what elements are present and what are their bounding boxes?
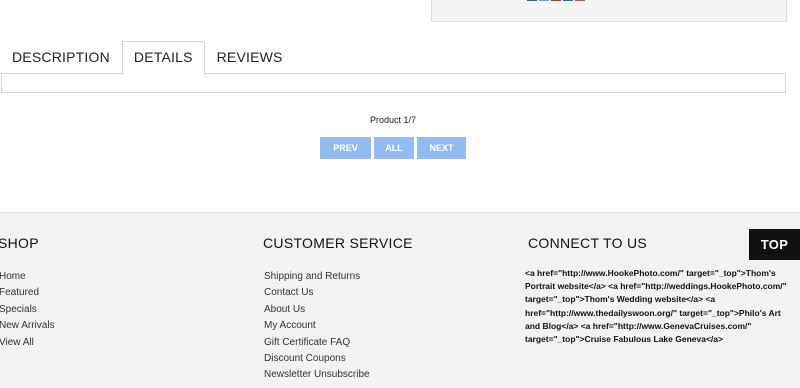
twitter-icon[interactable] (539, 0, 549, 1)
shop-link-view-all[interactable]: View All (0, 335, 55, 351)
product-tabs: DESCRIPTION DETAILS REVIEWS (0, 41, 295, 75)
tab-panel (1, 73, 786, 93)
connect-title: CONNECT TO US (528, 235, 648, 251)
cs-link-contact[interactable]: Contact Us (264, 285, 370, 301)
cs-link-shipping[interactable]: Shipping and Returns (264, 269, 370, 285)
linkedin-icon[interactable] (563, 0, 573, 1)
share-box (431, 0, 787, 22)
cs-link-account[interactable]: My Account (264, 318, 370, 334)
product-pager: PREV ALL NEXT (320, 137, 466, 159)
cs-link-gift-faq[interactable]: Gift Certificate FAQ (264, 335, 370, 351)
cs-link-coupons[interactable]: Discount Coupons (264, 351, 370, 367)
shop-list: Home Featured Specials New Arrivals View… (0, 269, 55, 351)
customer-service-title: CUSTOMER SERVICE (263, 235, 413, 251)
prev-button[interactable]: PREV (320, 137, 371, 159)
tab-details[interactable]: DETAILS (121, 41, 205, 75)
shop-title: SHOP (0, 235, 39, 251)
cs-link-newsletter[interactable]: Newsletter Unsubscribe (264, 367, 370, 383)
tab-description[interactable]: DESCRIPTION (0, 41, 122, 73)
facebook-icon[interactable] (527, 0, 537, 1)
shop-link-specials[interactable]: Specials (0, 302, 55, 318)
product-counter: Product 1/7 (369, 115, 417, 125)
shop-link-new-arrivals[interactable]: New Arrivals (0, 318, 55, 334)
share-icons (527, 0, 585, 1)
google-plus-icon[interactable] (575, 0, 585, 1)
cs-link-about[interactable]: About Us (264, 302, 370, 318)
all-button[interactable]: ALL (374, 137, 414, 159)
tab-reviews[interactable]: REVIEWS (205, 41, 295, 73)
customer-service-list: Shipping and Returns Contact Us About Us… (264, 269, 370, 384)
next-button[interactable]: NEXT (417, 137, 466, 159)
connect-raw-html-text: <a href="http://www.HookePhoto.com/" tar… (525, 268, 787, 345)
pinterest-icon[interactable] (551, 0, 561, 1)
back-to-top-button[interactable]: TOP (749, 229, 800, 260)
shop-link-home[interactable]: Home (0, 269, 55, 285)
shop-link-featured[interactable]: Featured (0, 285, 55, 301)
footer: SHOP Home Featured Specials New Arrivals… (0, 212, 800, 388)
